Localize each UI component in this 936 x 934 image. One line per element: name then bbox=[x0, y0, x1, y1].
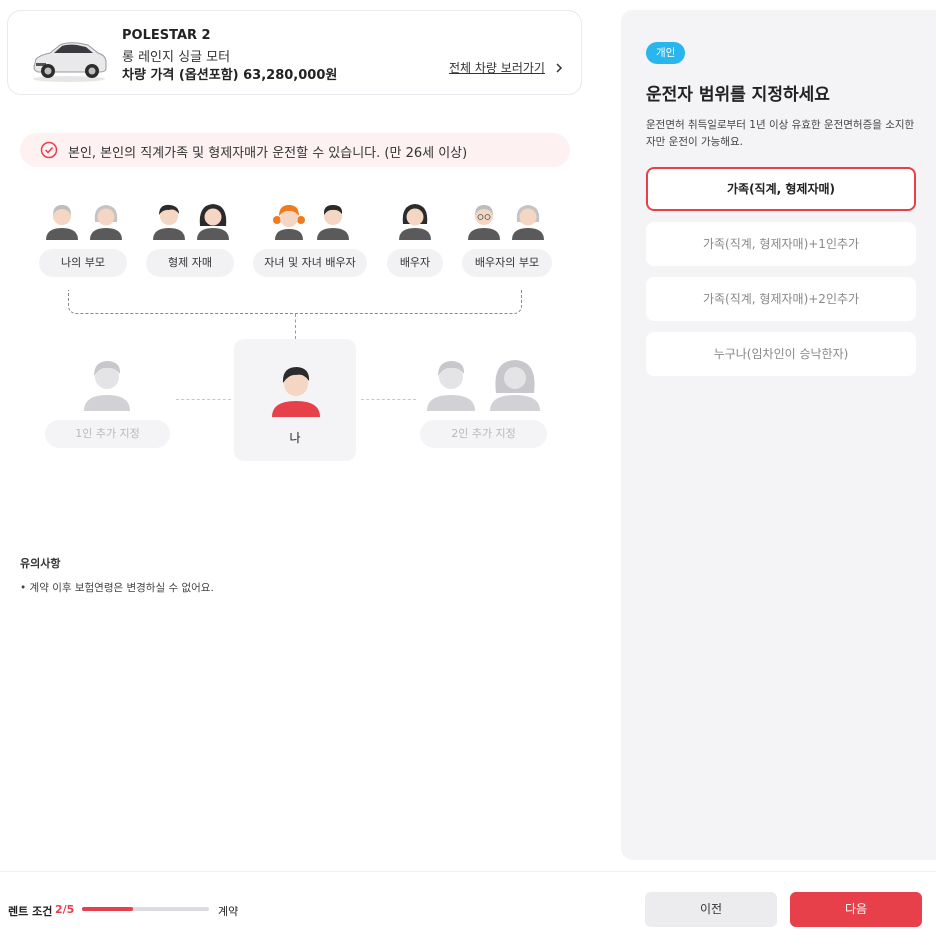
personal-badge: 개인 bbox=[646, 42, 686, 64]
me-avatar-icon bbox=[272, 367, 320, 417]
driver-scope-option-family-plus-2[interactable]: 가족(직계, 형제자매)+2인추가 bbox=[646, 277, 916, 321]
mother-in-law-avatar-icon bbox=[512, 205, 544, 240]
me-label: 나 bbox=[289, 431, 301, 445]
grandfather-avatar-icon bbox=[46, 205, 78, 240]
next-step-label: 계약 bbox=[218, 905, 239, 918]
car-trim: 롱 레인지 싱글 모터 bbox=[122, 50, 231, 65]
spouse-avatar-icon bbox=[399, 204, 431, 240]
me-card: 나 bbox=[234, 339, 356, 461]
current-step-label: 렌트 조건 bbox=[8, 905, 53, 918]
step-counter: 2/5 bbox=[55, 903, 75, 916]
connector-line bbox=[361, 399, 416, 400]
family-group-label: 형제 자매 bbox=[146, 249, 234, 277]
step-progress-bar bbox=[82, 907, 209, 911]
driver-scope-panel: 개인 운전자 범위를 지정하세요 운전면허 취득일로부터 1년 이상 유효한 운… bbox=[621, 10, 936, 860]
notes-title: 유의사항 bbox=[20, 557, 61, 570]
view-all-cars-link[interactable]: 전체 차량 보러가기 bbox=[449, 59, 545, 76]
car-price: 차량 가격 (옵션포함) 63,280,000원 bbox=[122, 68, 338, 83]
family-group-label: 자녀 및 자녀 배우자 bbox=[253, 249, 367, 277]
notes-item: • 계약 이후 보험연령은 변경하실 수 없어요. bbox=[20, 582, 214, 594]
car-summary-card: POLESTAR 2 롱 레인지 싱글 모터 차량 가격 (옵션포함) 63,2… bbox=[7, 10, 582, 95]
check-circle-icon bbox=[40, 141, 58, 159]
added-driver-male-avatar-icon bbox=[427, 361, 475, 411]
step-progress-fill bbox=[82, 907, 133, 911]
one-extra-driver-label: 1인 추가 지정 bbox=[45, 420, 170, 448]
connector-line bbox=[295, 314, 296, 339]
sister-avatar-icon bbox=[197, 204, 229, 240]
car-image bbox=[33, 42, 107, 82]
connector-line bbox=[176, 399, 231, 400]
driver-scope-option-anyone[interactable]: 누구나(임차인이 승낙한자) bbox=[646, 332, 916, 376]
driver-scope-option-family[interactable]: 가족(직계, 형제자매) bbox=[646, 167, 916, 211]
eligibility-notice: 본인, 본인의 직계가족 및 형제자매가 운전할 수 있습니다. (만 26세 … bbox=[20, 133, 570, 167]
child-spouse-avatar-icon bbox=[317, 205, 349, 240]
panel-description: 운전면허 취득일로부터 1년 이상 유효한 운전면허증을 소지한 자만 운전이 … bbox=[646, 119, 915, 148]
notice-text: 본인, 본인의 직계가족 및 형제자매가 운전할 수 있습니다. (만 26세 … bbox=[68, 146, 468, 161]
previous-button[interactable]: 이전 bbox=[645, 892, 777, 927]
added-driver-avatar-icon bbox=[84, 361, 130, 411]
family-group-label: 배우자의 부모 bbox=[462, 249, 552, 277]
father-in-law-avatar-icon bbox=[468, 205, 500, 240]
family-group-label: 배우자 bbox=[387, 249, 443, 277]
panel-title: 운전자 범위를 지정하세요 bbox=[646, 85, 830, 105]
family-connector bbox=[68, 290, 522, 314]
grandmother-avatar-icon bbox=[90, 205, 122, 240]
chevron-right-icon[interactable] bbox=[552, 61, 566, 75]
driver-scope-option-family-plus-1[interactable]: 가족(직계, 형제자매)+1인추가 bbox=[646, 222, 916, 266]
brother-avatar-icon bbox=[153, 204, 185, 240]
next-button[interactable]: 다음 bbox=[790, 892, 922, 927]
footer-divider bbox=[0, 871, 936, 872]
car-model-name: POLESTAR 2 bbox=[122, 28, 211, 43]
two-extra-drivers-label: 2인 추가 지정 bbox=[420, 420, 547, 448]
added-driver-female-avatar-icon bbox=[490, 360, 540, 411]
child-girl-avatar-icon bbox=[273, 205, 305, 240]
family-group-label: 나의 부모 bbox=[39, 249, 127, 277]
